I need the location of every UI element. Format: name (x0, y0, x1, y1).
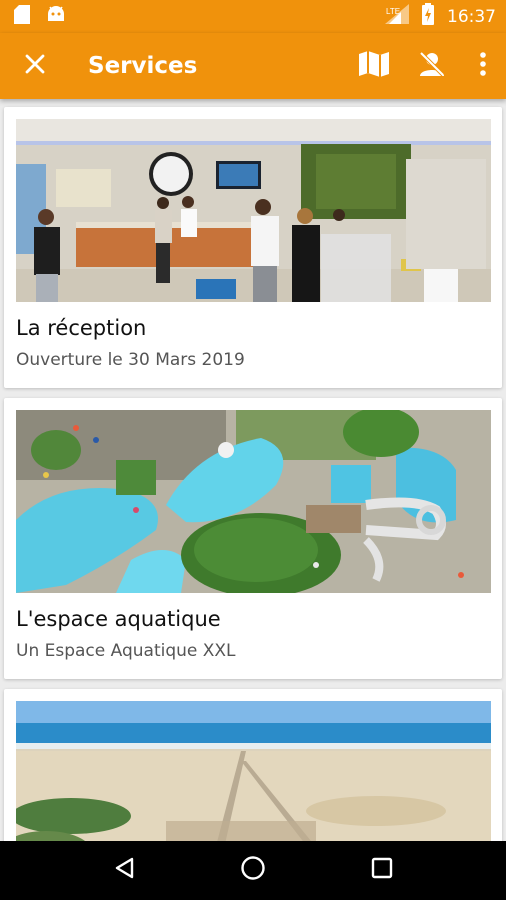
card-title: L'espace aquatique (16, 607, 221, 631)
home-button[interactable] (223, 841, 283, 900)
map-button[interactable] (344, 33, 404, 99)
recents-button[interactable] (352, 841, 412, 900)
status-time: 16:37 (447, 6, 496, 27)
card-subtitle: Ouverture le 30 Mars 2019 (16, 350, 245, 370)
android-icon (46, 5, 66, 28)
back-button[interactable] (94, 841, 154, 900)
service-card-reception[interactable]: La réception Ouverture le 30 Mars 2019 (4, 107, 502, 388)
app-bar: Services (0, 33, 506, 99)
page-title: Services (88, 53, 198, 79)
home-icon (240, 855, 266, 886)
reception-photo (16, 119, 491, 302)
more-options-button[interactable] (460, 33, 506, 99)
navigation-bar (0, 841, 506, 900)
signal-icon: LTE (385, 4, 409, 29)
aquatic-park-photo (16, 410, 491, 593)
back-icon (114, 857, 134, 884)
services-list[interactable]: La réception Ouverture le 30 Mars 2019 L… (0, 99, 506, 841)
service-card-beach[interactable] (4, 689, 502, 841)
more-vert-icon (479, 51, 487, 81)
close-icon (25, 54, 45, 79)
status-bar: LTE 16:37 (0, 0, 506, 33)
service-card-aquatic[interactable]: L'espace aquatique Un Espace Aquatique X… (4, 398, 502, 679)
svg-text:LTE: LTE (386, 7, 400, 16)
map-icon (358, 50, 390, 83)
recents-icon (371, 857, 393, 884)
sd-card-icon (14, 4, 30, 29)
user-off-icon (418, 50, 446, 83)
beach-photo (16, 701, 491, 841)
close-button[interactable] (0, 33, 70, 99)
battery-icon (421, 3, 435, 30)
card-title: La réception (16, 316, 147, 340)
card-subtitle: Un Espace Aquatique XXL (16, 641, 236, 661)
user-off-button[interactable] (404, 33, 460, 99)
